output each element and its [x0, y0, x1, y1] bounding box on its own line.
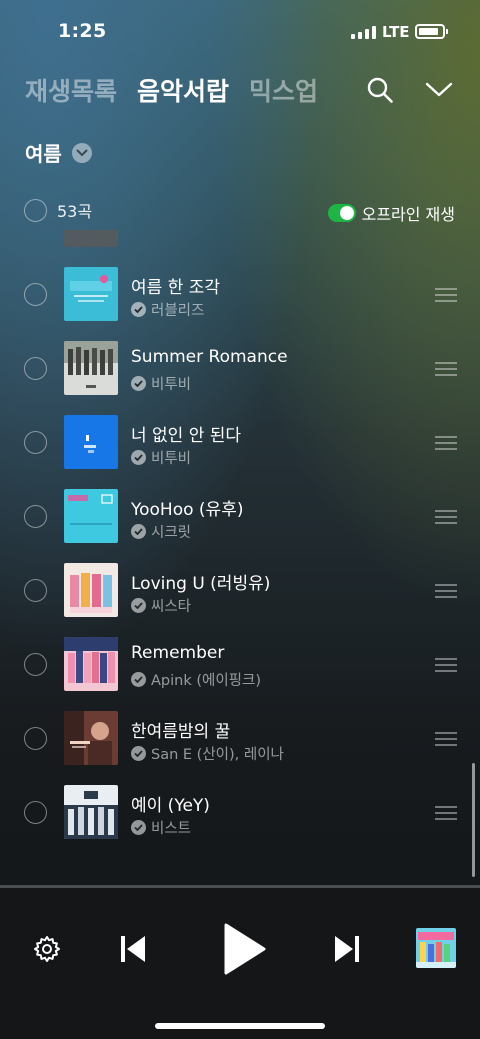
song-artist: 시크릿: [151, 525, 192, 541]
drag-handle-icon[interactable]: [435, 658, 457, 672]
song-title: Loving U (러빙유): [131, 574, 271, 594]
song-title: 예이 (YeY): [131, 796, 210, 816]
drag-handle-icon[interactable]: [435, 806, 457, 820]
song-title: Summer Romance: [131, 347, 288, 367]
drag-handle-icon[interactable]: [435, 510, 457, 524]
song-checkbox[interactable]: [24, 357, 47, 380]
check-icon: [131, 746, 146, 761]
album-art: [64, 341, 118, 395]
offline-label: 오프라인 재생: [361, 205, 455, 224]
album-art-partial: [64, 230, 118, 247]
check-icon: [131, 672, 146, 687]
song-artist-line: 시크릿: [131, 521, 191, 542]
search-icon[interactable]: [366, 76, 394, 104]
playlist-selector[interactable]: 여름: [25, 138, 92, 167]
song-artist-line: 비투비: [131, 447, 191, 468]
skip-forward-icon[interactable]: [332, 933, 362, 965]
song-checkbox[interactable]: [24, 431, 47, 454]
scrollbar[interactable]: [472, 763, 475, 877]
status-bar: 1:25 LTE: [0, 0, 480, 64]
song-artist: 씨스타: [151, 599, 192, 615]
song-row[interactable]: Loving U (러빙유) 씨스타: [0, 553, 480, 627]
album-art: [64, 415, 118, 469]
song-title: Remember: [131, 643, 225, 663]
play-icon[interactable]: [222, 923, 266, 975]
offline-toggle[interactable]: [327, 204, 356, 222]
song-checkbox[interactable]: [24, 505, 47, 528]
song-artist: 러블리즈: [151, 303, 205, 319]
check-icon: [131, 376, 146, 391]
check-icon: [131, 302, 146, 317]
song-row[interactable]: 예이 (YeY) 비스트: [0, 775, 480, 849]
tab-playlist[interactable]: 재생목록: [25, 72, 117, 108]
song-artist-line: Apink (에이핑크): [131, 669, 261, 690]
top-tabs: 재생목록 음악서랍 믹스업: [25, 72, 318, 108]
chevron-down-icon[interactable]: [424, 78, 454, 100]
battery-icon: [415, 24, 448, 39]
album-art: [64, 489, 118, 543]
gear-icon[interactable]: [32, 934, 62, 964]
song-checkbox[interactable]: [24, 727, 47, 750]
song-row[interactable]: 여름 한 조각 러블리즈: [0, 257, 480, 331]
check-icon: [131, 524, 146, 539]
offline-play[interactable]: 오프라인 재생: [327, 201, 455, 225]
now-playing-album-art[interactable]: [416, 928, 456, 968]
song-artist-line: 비스트: [131, 817, 191, 838]
select-all[interactable]: 53곡: [24, 198, 92, 222]
song-checkbox[interactable]: [24, 653, 47, 676]
album-art: [64, 267, 118, 321]
song-list: 여름 한 조각 러블리즈 Summer Romance 비투비 너 없인 안 된…: [0, 230, 480, 880]
song-artist: 비스트: [151, 821, 192, 837]
drag-handle-icon[interactable]: [435, 732, 457, 746]
dropdown-icon: [71, 142, 92, 163]
tab-mixup[interactable]: 믹스업: [249, 72, 318, 108]
song-artist-line: 씨스타: [131, 595, 191, 616]
song-artist-line: 비투비: [131, 373, 191, 394]
song-checkbox[interactable]: [24, 579, 47, 602]
album-art: [64, 711, 118, 765]
song-title: 한여름밤의 꿀: [131, 722, 231, 742]
song-artist: 비투비: [151, 377, 192, 393]
tab-music-drawer[interactable]: 음악서랍: [137, 72, 229, 108]
song-artist-line: 러블리즈: [131, 299, 204, 320]
network-label: LTE: [382, 23, 410, 41]
song-artist: 비투비: [151, 451, 192, 467]
drag-handle-icon[interactable]: [435, 584, 457, 598]
song-checkbox[interactable]: [24, 801, 47, 824]
check-icon: [131, 450, 146, 465]
select-all-checkbox[interactable]: [24, 198, 47, 222]
song-artist: San E (산이), 레이나: [151, 747, 284, 763]
album-art: [64, 637, 118, 691]
song-row[interactable]: YooHoo (유후) 시크릿: [0, 479, 480, 553]
skip-back-icon[interactable]: [118, 933, 148, 965]
song-row[interactable]: Summer Romance 비투비: [0, 331, 480, 405]
song-row[interactable]: 한여름밤의 꿀 San E (산이), 레이나: [0, 701, 480, 775]
song-title: 여름 한 조각: [131, 278, 221, 298]
playlist-name: 여름: [25, 142, 62, 166]
check-icon: [131, 598, 146, 613]
mini-player: [0, 885, 480, 1039]
song-count: 53곡: [57, 202, 93, 221]
drag-handle-icon[interactable]: [435, 362, 457, 376]
song-artist: Apink (에이핑크): [151, 673, 262, 689]
drag-handle-icon[interactable]: [435, 436, 457, 450]
signal-icon: [351, 26, 376, 39]
check-icon: [131, 820, 146, 835]
song-row[interactable]: 너 없인 안 된다 비투비: [0, 405, 480, 479]
status-time: 1:25: [58, 20, 107, 42]
home-indicator[interactable]: [155, 1023, 325, 1029]
song-title: YooHoo (유후): [131, 500, 244, 520]
album-art: [64, 785, 118, 839]
drag-handle-icon[interactable]: [435, 288, 457, 302]
song-row[interactable]: Remember Apink (에이핑크): [0, 627, 480, 701]
song-title: 너 없인 안 된다: [131, 426, 242, 446]
song-checkbox[interactable]: [24, 283, 47, 306]
album-art: [64, 563, 118, 617]
song-artist-line: San E (산이), 레이나: [131, 743, 284, 764]
